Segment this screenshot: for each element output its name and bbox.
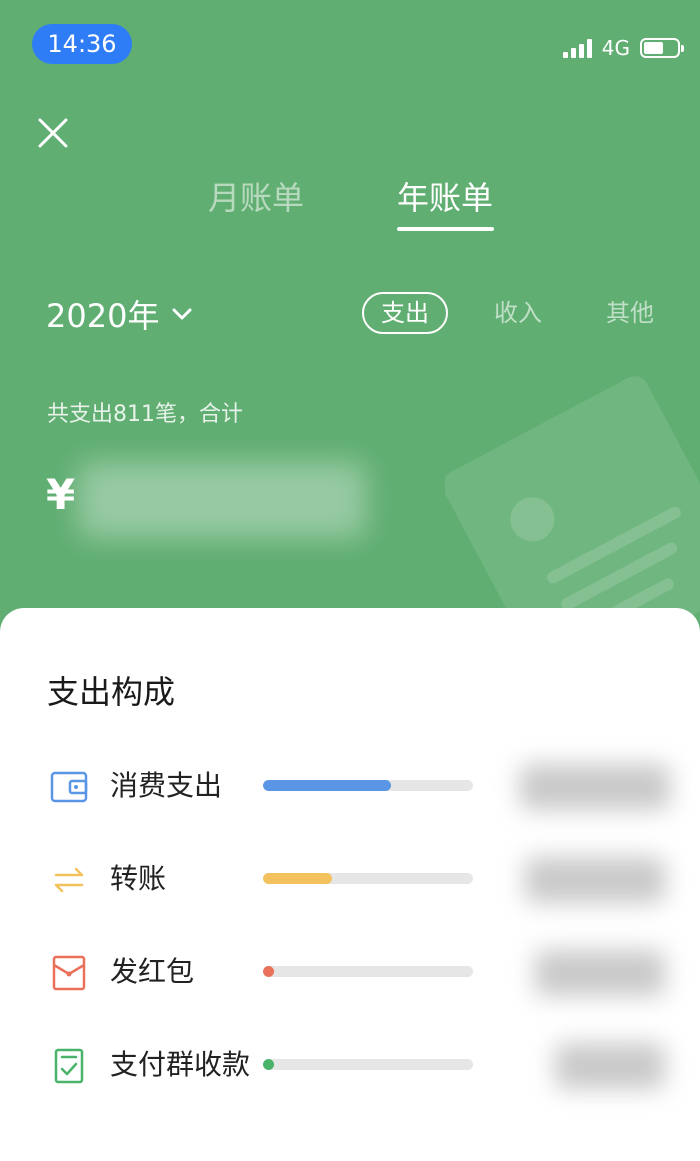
status-time: 14:36 bbox=[32, 24, 132, 64]
list-item[interactable]: 发红包 bbox=[0, 942, 700, 1002]
expense-summary-text: 共支出811笔，合计 bbox=[47, 402, 243, 427]
currency-symbol: ¥ bbox=[46, 470, 76, 519]
filter-expense-button[interactable]: 支出 bbox=[362, 292, 448, 334]
signal-icon bbox=[562, 38, 592, 58]
checklist-icon bbox=[54, 1048, 84, 1084]
progress-track bbox=[263, 1059, 473, 1070]
value-redacted bbox=[535, 950, 665, 996]
value-redacted bbox=[525, 857, 665, 903]
filter-income-button[interactable]: 收入 bbox=[488, 292, 548, 334]
header-panel: 14:36 4G 月账单 年账单 2020年 支出 收入 其他 共支出811笔，… bbox=[0, 0, 700, 640]
value-redacted bbox=[555, 1043, 665, 1089]
filter-other-button[interactable]: 其他 bbox=[600, 292, 660, 334]
progress-track bbox=[263, 780, 473, 791]
transfer-icon bbox=[54, 867, 84, 893]
list-item[interactable]: 消费支出 bbox=[0, 756, 700, 816]
item-label: 消费支出 bbox=[110, 769, 223, 802]
red-packet-icon bbox=[52, 955, 86, 991]
wallet-icon bbox=[50, 771, 88, 803]
item-label: 发红包 bbox=[110, 955, 195, 988]
receipt-illustration-icon bbox=[445, 376, 700, 640]
list-item[interactable]: 转账 bbox=[0, 849, 700, 909]
year-dropdown-label: 2020年 bbox=[46, 297, 160, 335]
progress-track bbox=[263, 873, 473, 884]
battery-icon bbox=[640, 38, 684, 58]
progress-fill bbox=[263, 966, 274, 977]
status-indicators: 4G bbox=[562, 36, 684, 60]
network-type: 4G bbox=[601, 36, 630, 60]
year-dropdown[interactable]: 2020年 bbox=[46, 292, 193, 336]
close-icon[interactable] bbox=[36, 116, 70, 150]
expense-breakdown-card: 支出构成 消费支出 转账 发红包 支付群收款 bbox=[0, 608, 700, 1161]
item-label: 支付群收款 bbox=[110, 1048, 251, 1081]
item-label: 转账 bbox=[110, 862, 167, 895]
total-amount-redacted bbox=[78, 462, 366, 538]
tab-yearly-bill[interactable]: 年账单 bbox=[397, 176, 493, 220]
progress-fill bbox=[263, 1059, 274, 1070]
card-title: 支出构成 bbox=[47, 673, 176, 711]
value-redacted bbox=[520, 764, 670, 810]
progress-fill bbox=[263, 873, 333, 884]
tab-monthly-bill[interactable]: 月账单 bbox=[208, 176, 304, 220]
progress-fill bbox=[263, 780, 392, 791]
active-tab-indicator bbox=[397, 227, 494, 231]
chevron-down-icon bbox=[172, 308, 192, 320]
list-item[interactable]: 支付群收款 bbox=[0, 1035, 700, 1095]
progress-track bbox=[263, 966, 473, 977]
